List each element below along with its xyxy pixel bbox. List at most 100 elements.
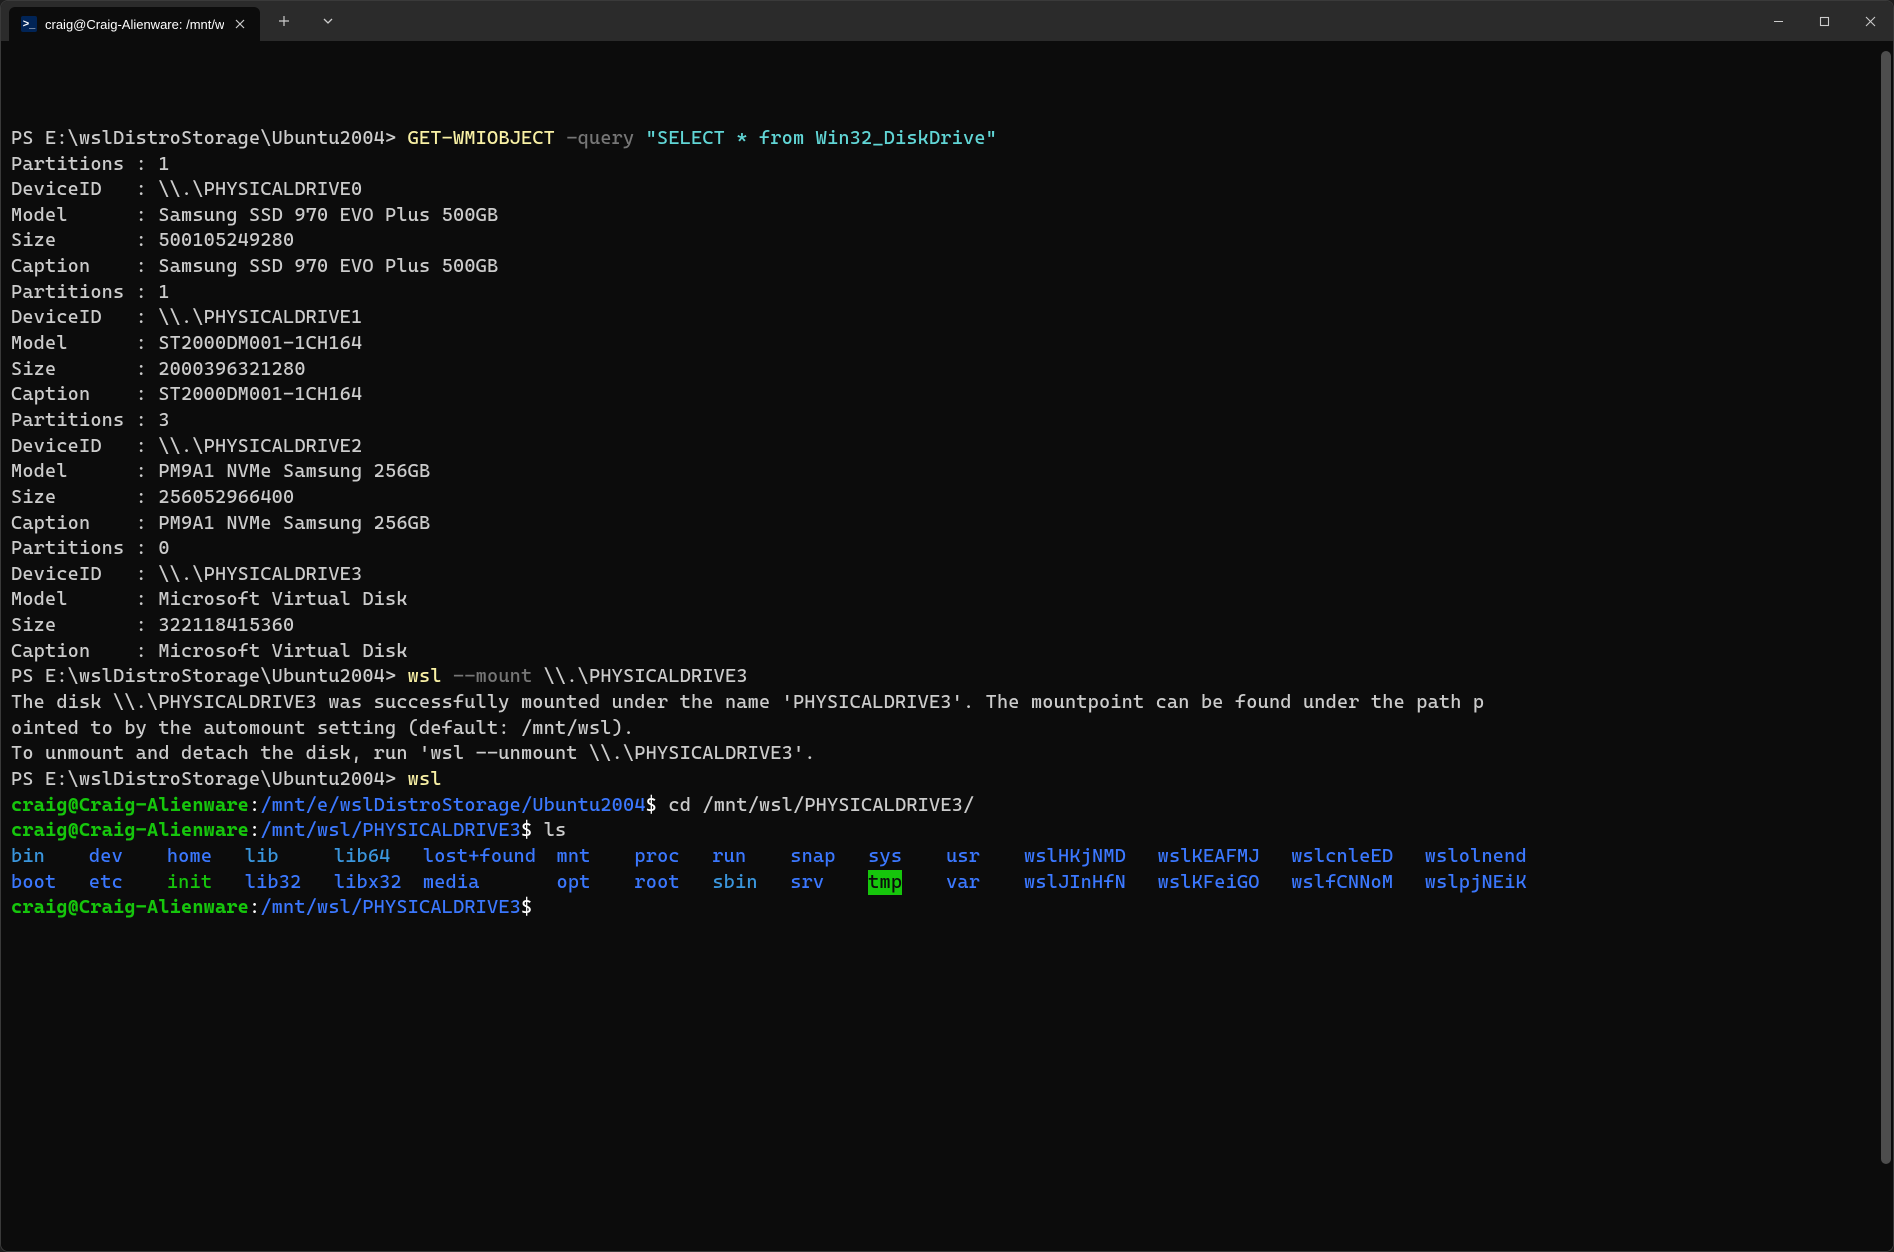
output-value: 500105249280 xyxy=(158,229,294,251)
terminal-line: bootetcinitlib32libx32mediaoptrootsbinsr… xyxy=(11,870,1883,896)
bash-path: /mnt/wsl/PHYSICALDRIVE3 xyxy=(260,896,521,918)
window-controls xyxy=(1755,1,1893,41)
terminal-line: ointed to by the automount setting (defa… xyxy=(11,716,1883,742)
command-flag: -query xyxy=(566,127,634,149)
output-value: PM9A1 NVMe Samsung 256GB xyxy=(158,460,430,482)
ps-prompt: PS E:\wslDistroStorage\Ubuntu2004> xyxy=(11,127,408,149)
terminal-window: >_ craig@Craig-Alienware: /mnt/w xyxy=(0,0,1894,1252)
bash-dollar: $ xyxy=(521,896,532,918)
plus-icon xyxy=(278,15,290,27)
command-name: wsl xyxy=(408,665,442,687)
ls-entry: proc xyxy=(634,844,712,870)
terminal-line: Caption : Samsung SSD 970 EVO Plus 500GB xyxy=(11,254,1883,280)
scrollbar-thumb[interactable] xyxy=(1881,51,1891,1164)
terminal-line: Size : 322118415360 xyxy=(11,613,1883,639)
ls-entry: etc xyxy=(89,870,167,896)
output-label: DeviceID xyxy=(11,306,136,328)
ls-entry: boot xyxy=(11,870,89,896)
ls-entry: wslfCNNoM xyxy=(1291,870,1425,896)
output-sep: : xyxy=(136,588,159,610)
output-label: Caption xyxy=(11,640,136,662)
ls-entry: usr xyxy=(946,844,1024,870)
maximize-icon xyxy=(1819,16,1830,27)
terminal-line: Partitions : 3 xyxy=(11,408,1883,434)
command-name: wsl xyxy=(408,768,442,790)
output-label: Model xyxy=(11,204,136,226)
tab-title: craig@Craig-Alienware: /mnt/w xyxy=(45,17,224,32)
terminal-line: Partitions : 1 xyxy=(11,152,1883,178)
ls-entry: root xyxy=(634,870,712,896)
terminal-line: To unmount and detach the disk, run 'wsl… xyxy=(11,741,1883,767)
ls-entry: init xyxy=(167,870,245,896)
output-label: Model xyxy=(11,332,136,354)
output-value: 1 xyxy=(158,153,169,175)
output-label: Partitions xyxy=(11,537,136,559)
ls-entry: sbin xyxy=(712,870,790,896)
bash-sep: : xyxy=(249,819,260,841)
output-label: Partitions xyxy=(11,153,136,175)
output-sep: : xyxy=(136,460,159,482)
ls-entry: sys xyxy=(868,844,946,870)
terminal-line: craig@Craig-Alienware:/mnt/e/wslDistroSt… xyxy=(11,793,1883,819)
bash-user-host: craig@Craig-Alienware xyxy=(11,794,249,816)
output-label: Model xyxy=(11,588,136,610)
output-label: Partitions xyxy=(11,409,136,431)
close-icon xyxy=(1865,16,1876,27)
tab-strip: >_ craig@Craig-Alienware: /mnt/w xyxy=(1,1,260,41)
output-value: Samsung SSD 970 EVO Plus 500GB xyxy=(158,255,498,277)
minimize-button[interactable] xyxy=(1755,1,1801,41)
ls-entry: dev xyxy=(89,844,167,870)
ps-prompt: PS E:\wslDistroStorage\Ubuntu2004> xyxy=(11,768,408,790)
ls-entry: wslcnleED xyxy=(1291,844,1425,870)
ls-entry: mnt xyxy=(556,844,634,870)
terminal-line: Model : ST2000DM001-1CH164 xyxy=(11,331,1883,357)
terminal-line: Partitions : 0 xyxy=(11,536,1883,562)
output-value: Microsoft Virtual Disk xyxy=(158,588,407,610)
titlebar-drag-region[interactable] xyxy=(344,1,1755,41)
output-sep: : xyxy=(136,153,159,175)
ls-entry: srv xyxy=(790,870,868,896)
new-tab-button[interactable] xyxy=(268,5,300,37)
output-sep: : xyxy=(136,614,159,636)
output-label: Caption xyxy=(11,255,136,277)
bash-command: ls xyxy=(544,819,567,841)
command-name: GET-WMIOBJECT xyxy=(408,127,555,149)
terminal-line: Size : 2000396321280 xyxy=(11,357,1883,383)
output-sep: : xyxy=(136,178,159,200)
output-value: ST2000DM001-1CH164 xyxy=(158,383,362,405)
output-label: DeviceID xyxy=(11,563,136,585)
output-label: Caption xyxy=(11,512,136,534)
output-sep: : xyxy=(136,229,159,251)
bash-path: /mnt/e/wslDistroStorage/Ubuntu2004 xyxy=(260,794,645,816)
ls-entry: tmp xyxy=(868,870,946,896)
ls-entry: lib xyxy=(245,844,334,870)
output-sep: : xyxy=(136,486,159,508)
output-value: 3 xyxy=(158,409,169,431)
terminal-line: Model : Samsung SSD 970 EVO Plus 500GB xyxy=(11,203,1883,229)
tab-active[interactable]: >_ craig@Craig-Alienware: /mnt/w xyxy=(9,7,260,41)
output-label: DeviceID xyxy=(11,178,136,200)
close-icon xyxy=(235,19,245,29)
output-value: 322118415360 xyxy=(158,614,294,636)
output-value: \\.\PHYSICALDRIVE1 xyxy=(158,306,362,328)
ls-entry: tmp xyxy=(868,870,902,896)
output-sep: : xyxy=(136,409,159,431)
bash-path: /mnt/wsl/PHYSICALDRIVE3 xyxy=(260,819,521,841)
output-label: Partitions xyxy=(11,281,136,303)
ls-entry: home xyxy=(167,844,245,870)
output-sep: : xyxy=(136,281,159,303)
terminal-viewport[interactable]: PS E:\wslDistroStorage\Ubuntu2004> GET-W… xyxy=(1,41,1893,1251)
chevron-down-icon xyxy=(322,15,334,27)
output-sep: : xyxy=(136,204,159,226)
bash-command: cd /mnt/wsl/PHYSICALDRIVE3/ xyxy=(668,794,974,816)
close-window-button[interactable] xyxy=(1847,1,1893,41)
output-sep: : xyxy=(136,512,159,534)
maximize-button[interactable] xyxy=(1801,1,1847,41)
tab-close-button[interactable] xyxy=(232,16,248,32)
terminal-line: PS E:\wslDistroStorage\Ubuntu2004> wsl -… xyxy=(11,664,1883,690)
tab-dropdown-button[interactable] xyxy=(312,5,344,37)
scrollbar-track[interactable] xyxy=(1879,41,1891,1251)
output-sep: : xyxy=(136,306,159,328)
output-value: \\.\PHYSICALDRIVE3 xyxy=(158,563,362,585)
output-label: Model xyxy=(11,460,136,482)
